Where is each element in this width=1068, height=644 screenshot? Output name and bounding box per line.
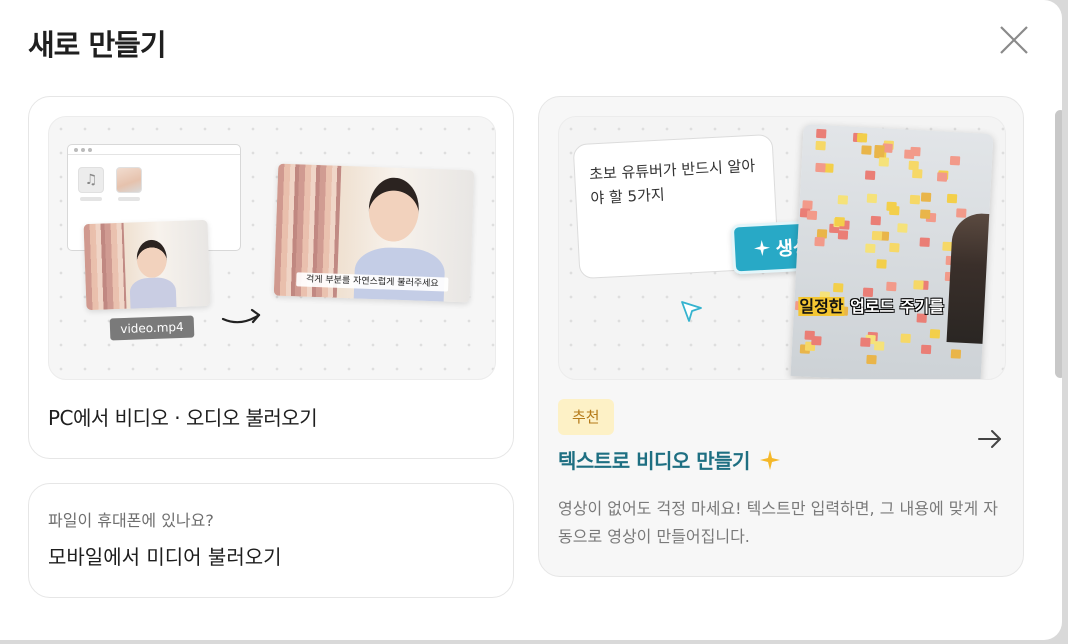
sticky-note: [861, 145, 872, 155]
sticky-note: [815, 140, 826, 151]
image-thumbnail: [116, 167, 142, 193]
caption-text: 업로드 주기를: [844, 296, 944, 316]
sparkle-icon: [753, 240, 770, 257]
pc-import-card[interactable]: ♫ video.mp4 걱게 부분를 자연스럽게 불러주세요 PC에서 비디오 …: [28, 96, 514, 459]
sticky-note: [886, 281, 897, 292]
close-icon: [1000, 26, 1028, 54]
sticky-note: [834, 216, 845, 227]
recommended-badge: 추천: [558, 399, 614, 435]
sticky-note: [920, 344, 932, 355]
sticky-note: [949, 155, 961, 166]
sticky-note: [929, 329, 941, 339]
arrow-right-icon: [221, 308, 261, 324]
sticky-note: [832, 282, 844, 293]
sticky-note: [889, 242, 900, 253]
pc-import-label: PC에서 비디오 · 오디오 불러오기: [48, 406, 318, 430]
music-note-icon: ♫: [78, 167, 104, 193]
generated-video-preview: 일정한 업로드 주기를: [790, 124, 994, 379]
sticky-note: [837, 195, 849, 205]
sticky-note: [837, 230, 849, 240]
text-to-video-illustration: 초보 유튜버가 반드시 알아야 할 5가지 생성 일정한 업로드 주기를: [558, 116, 1006, 380]
sticky-note: [897, 223, 908, 233]
sticky-note: [816, 128, 827, 139]
sticky-note: [811, 335, 822, 346]
sticky-note: [876, 259, 887, 269]
cursor-icon: [681, 301, 702, 322]
sticky-note: [866, 193, 878, 204]
sticky-note: [870, 215, 882, 226]
mobile-import-subtitle: 파일이 휴대폰에 있나요?: [48, 511, 214, 530]
video-caption: 일정한 업로드 주기를: [798, 293, 944, 317]
text-to-video-title: 텍스트로 비디오 만들기: [558, 445, 780, 474]
close-button[interactable]: [994, 20, 1034, 60]
caption-highlight: 일정한: [798, 296, 845, 316]
sticky-note: [946, 193, 958, 204]
sticky-note: [856, 133, 868, 143]
sticky-note: [909, 194, 921, 205]
source-video-thumbnail: [83, 219, 211, 311]
sticky-note: [912, 168, 923, 179]
sticky-note: [886, 201, 897, 212]
sticky-note: [919, 237, 930, 247]
file-name-tag: video.mp4: [109, 315, 195, 341]
edited-video-preview: 걱게 부분를 자연스럽게 불러주세요: [273, 163, 475, 303]
sticky-note: [874, 144, 885, 155]
dialog-title: 새로 만들기: [28, 28, 166, 62]
sticky-note: [871, 230, 883, 241]
sticky-note: [920, 192, 932, 202]
sticky-note: [900, 333, 911, 344]
mobile-import-card[interactable]: 파일이 휴대폰에 있나요? 모바일에서 미디어 불러오기: [28, 483, 514, 598]
scrollbar-thumb[interactable]: [1055, 110, 1062, 378]
text-to-video-card[interactable]: 초보 유튜버가 반드시 알아야 할 5가지 생성 일정한 업로드 주기를 추천 …: [538, 96, 1024, 577]
mobile-import-label: 모바일에서 미디어 불러오기: [48, 545, 282, 569]
sticky-note: [864, 170, 876, 181]
sticky-note: [904, 149, 915, 160]
sticky-note: [814, 236, 825, 247]
text-to-video-description: 영상이 없어도 걱정 마세요! 텍스트만 입력하면, 그 내용에 맞게 자동으로…: [558, 499, 998, 546]
sticky-note: [919, 209, 931, 219]
sticky-note: [950, 349, 962, 359]
sticky-note: [873, 341, 885, 351]
sticky-note: [956, 208, 967, 218]
sticky-note: [878, 157, 890, 167]
sticky-note: [806, 210, 818, 221]
sticky-note: [913, 280, 924, 290]
sticky-note: [865, 243, 876, 254]
sparkle-icon: [759, 449, 780, 470]
sticky-note: [866, 354, 877, 365]
create-new-dialog: 새로 만들기 ♫ video.mp4 걱게 부분를 자연스럽게 불러주세요 PC…: [0, 0, 1062, 640]
pc-import-illustration: ♫ video.mp4 걱게 부분를 자연스럽게 불러주세요: [48, 116, 496, 380]
sticky-note: [815, 162, 826, 173]
sticky-note: [860, 337, 871, 347]
sticky-note: [936, 172, 948, 182]
arrow-right-icon[interactable]: [976, 427, 1004, 451]
text-to-video-title-text: 텍스트로 비디오 만들기: [558, 449, 750, 473]
